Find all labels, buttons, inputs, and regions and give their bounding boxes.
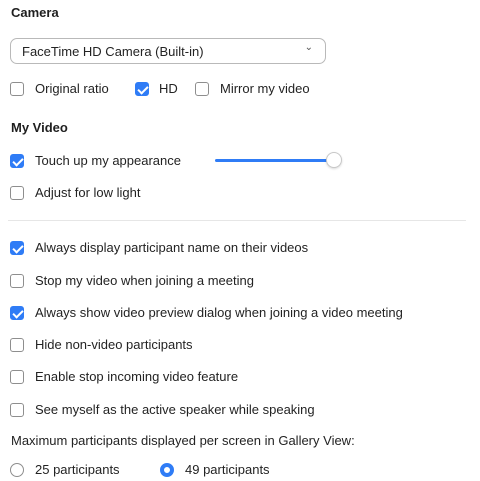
my-video-section-title: My Video — [11, 120, 68, 135]
stop-video-joining-checkbox[interactable] — [10, 274, 24, 288]
camera-section-title: Camera — [11, 5, 59, 20]
original-ratio-checkbox[interactable] — [10, 82, 24, 96]
video-preview-dialog-label: Always show video preview dialog when jo… — [35, 305, 403, 320]
chevron-down-icon: ⌄ — [304, 42, 313, 53]
camera-select[interactable]: FaceTime HD Camera (Built-in) ⌄ — [10, 38, 326, 64]
radio-25-participants[interactable] — [10, 463, 24, 477]
hd-label: HD — [159, 81, 178, 96]
active-speaker-label: See myself as the active speaker while s… — [35, 402, 315, 417]
touch-up-label: Touch up my appearance — [35, 153, 181, 168]
touch-up-checkbox[interactable] — [10, 154, 24, 168]
stop-video-joining-label: Stop my video when joining a meeting — [35, 273, 254, 288]
active-speaker-checkbox[interactable] — [10, 403, 24, 417]
original-ratio-label: Original ratio — [35, 81, 109, 96]
hide-non-video-checkbox[interactable] — [10, 338, 24, 352]
gallery-max-label: Maximum participants displayed per scree… — [11, 433, 355, 448]
touch-up-slider-thumb[interactable] — [326, 152, 342, 168]
mirror-video-checkbox[interactable] — [195, 82, 209, 96]
hide-non-video-label: Hide non-video participants — [35, 337, 193, 352]
stop-incoming-video-checkbox[interactable] — [10, 370, 24, 384]
hd-checkbox[interactable] — [135, 82, 149, 96]
section-divider — [8, 220, 466, 221]
display-participant-name-checkbox[interactable] — [10, 241, 24, 255]
touch-up-slider-track[interactable] — [215, 159, 333, 162]
camera-select-value: FaceTime HD Camera (Built-in) — [22, 44, 204, 59]
display-participant-name-label: Always display participant name on their… — [35, 240, 309, 255]
radio-25-participants-label: 25 participants — [35, 462, 120, 477]
video-preview-dialog-checkbox[interactable] — [10, 306, 24, 320]
radio-49-participants-label: 49 participants — [185, 462, 270, 477]
stop-incoming-video-label: Enable stop incoming video feature — [35, 369, 239, 384]
low-light-checkbox[interactable] — [10, 186, 24, 200]
low-light-label: Adjust for low light — [35, 185, 141, 200]
radio-49-participants[interactable] — [160, 463, 174, 477]
mirror-video-label: Mirror my video — [220, 81, 310, 96]
